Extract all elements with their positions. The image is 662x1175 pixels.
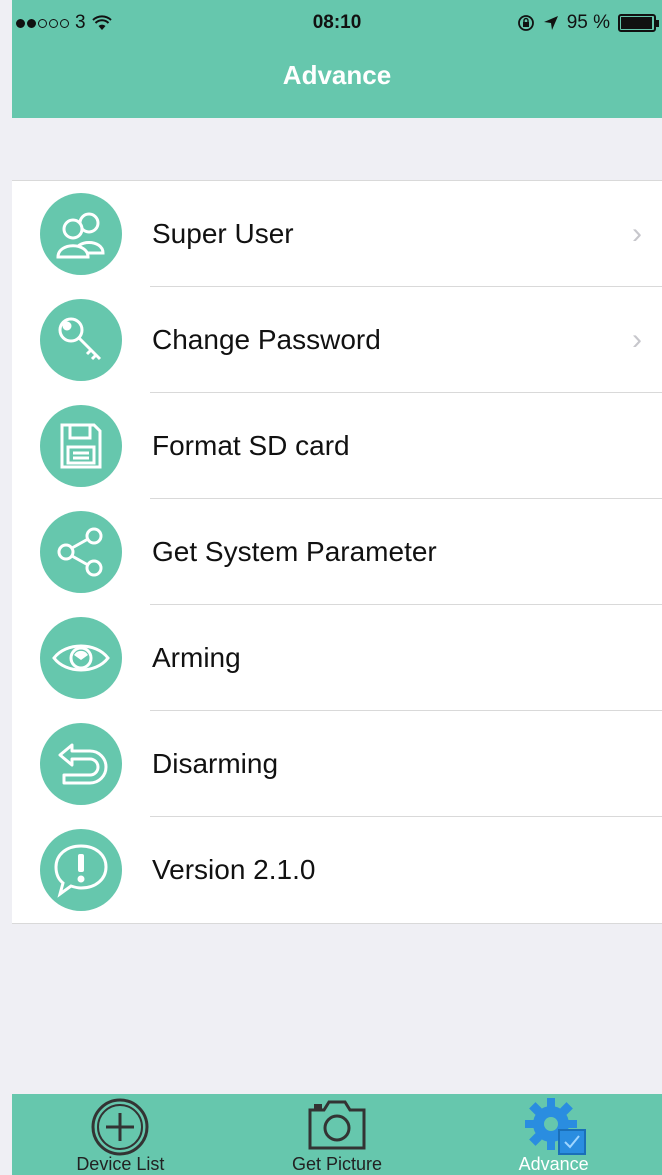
- status-bar: 3 08:10 95 %: [12, 0, 662, 46]
- tab-get-picture[interactable]: Get Picture: [229, 1094, 446, 1175]
- chevron-right-icon: ›: [632, 217, 642, 250]
- tab-label: Get Picture: [291, 1154, 383, 1174]
- gear-icon: [524, 1098, 586, 1155]
- tab-label: Device List: [76, 1154, 165, 1174]
- key-icon: [40, 299, 122, 381]
- menu-item-label: Change Password: [152, 324, 381, 355]
- eye-icon: [40, 617, 122, 699]
- menu-item-super-user[interactable]: Super User ›: [12, 181, 662, 287]
- tab-advance[interactable]: Advance: [445, 1094, 662, 1175]
- return-arrow-icon: [40, 723, 122, 805]
- info-bubble-icon: [40, 829, 122, 911]
- menu-item-label: Get System Parameter: [152, 536, 437, 567]
- battery-percent: 95 %: [566, 12, 610, 33]
- menu-item-label: Format SD card: [152, 430, 350, 461]
- top-bar: 3 08:10 95 % Advance: [12, 0, 662, 118]
- tab-label: Advance: [518, 1154, 589, 1174]
- location-arrow-icon: [543, 16, 558, 30]
- chevron-right-icon: ›: [632, 323, 642, 356]
- users-icon: [40, 193, 122, 275]
- battery-icon: [618, 14, 659, 32]
- menu-item-version: Version 2.1.0: [12, 817, 662, 923]
- plus-circle-icon: [91, 1098, 149, 1156]
- status-right: 95 %: [517, 12, 659, 34]
- menu-item-label: Arming: [152, 642, 241, 673]
- tab-bar: Device List Get Picture Advance: [12, 1094, 662, 1175]
- tab-device-list[interactable]: Device List: [12, 1094, 229, 1175]
- menu-item-disarming[interactable]: Disarming: [12, 711, 662, 817]
- page-title: Advance: [282, 60, 392, 90]
- share-icon: [40, 511, 122, 593]
- menu-item-label: Disarming: [152, 748, 279, 779]
- floppy-disk-icon: [40, 405, 122, 487]
- advance-menu-list: Super User › Change Password › Format SD…: [12, 180, 662, 924]
- orientation-lock-icon: [517, 15, 534, 31]
- menu-item-label: Super User: [152, 218, 294, 249]
- menu-item-change-password[interactable]: Change Password ›: [12, 287, 662, 393]
- menu-item-arming[interactable]: Arming: [12, 605, 662, 711]
- menu-item-label: Version 2.1.0: [152, 854, 316, 885]
- menu-item-get-system-parameter[interactable]: Get System Parameter: [12, 499, 662, 605]
- menu-item-format-sd-card[interactable]: Format SD card: [12, 393, 662, 499]
- camera-icon: [308, 1100, 366, 1150]
